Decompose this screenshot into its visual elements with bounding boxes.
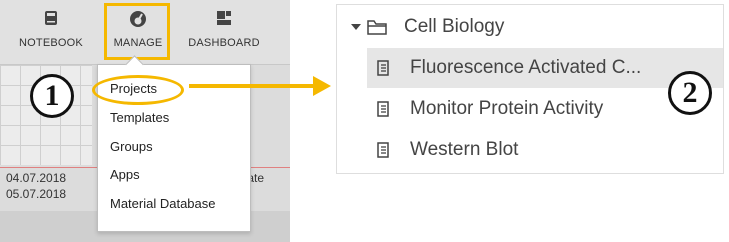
tree-item-row[interactable]: Monitor Protein Activity <box>337 89 723 129</box>
dashboard-icon <box>217 11 231 25</box>
app-panel: NOTEBOOK MANAGE DASHBOARD 04.07.2018 05.… <box>0 0 290 242</box>
menu-item-apps[interactable]: Apps <box>110 167 140 182</box>
notebook-icon <box>377 142 389 158</box>
date-1: 04.07.2018 <box>6 171 67 185</box>
nav-notebook[interactable]: NOTEBOOK <box>8 0 94 64</box>
projects-highlight-oval <box>92 75 184 105</box>
folder-icon <box>367 20 387 35</box>
arrow-shaft <box>189 84 315 88</box>
nav-notebook-label: NOTEBOOK <box>19 37 83 49</box>
tree-item-row[interactable]: Western Blot <box>337 130 723 170</box>
tree-item-label: Monitor Protein Activity <box>410 98 604 119</box>
tree-item-label: Western Blot <box>410 139 519 160</box>
step-2-badge: 2 <box>668 71 712 115</box>
step-1-badge: 1 <box>30 74 74 118</box>
expand-triangle-icon[interactable] <box>351 24 361 30</box>
menu-item-groups[interactable]: Groups <box>110 139 153 154</box>
notebook-icon <box>45 11 57 25</box>
menu-item-material-database[interactable]: Material Database <box>110 196 216 211</box>
notebook-icon <box>377 101 389 117</box>
tree-folder-row[interactable]: Cell Biology <box>337 7 723 47</box>
project-tree-panel: Cell Biology Fluorescence Activated C...… <box>336 4 724 174</box>
menu-item-templates[interactable]: Templates <box>110 110 169 125</box>
nav-dashboard[interactable]: DASHBOARD <box>180 0 268 64</box>
arrow-head <box>313 76 331 96</box>
date-2: 05.07.2018 <box>6 187 67 201</box>
folder-label: Cell Biology <box>404 16 505 37</box>
tree-item-label: Fluorescence Activated C... <box>410 57 642 78</box>
nav-dashboard-label: DASHBOARD <box>188 37 260 49</box>
manage-highlight-box <box>104 3 170 60</box>
notebook-icon <box>377 60 389 76</box>
